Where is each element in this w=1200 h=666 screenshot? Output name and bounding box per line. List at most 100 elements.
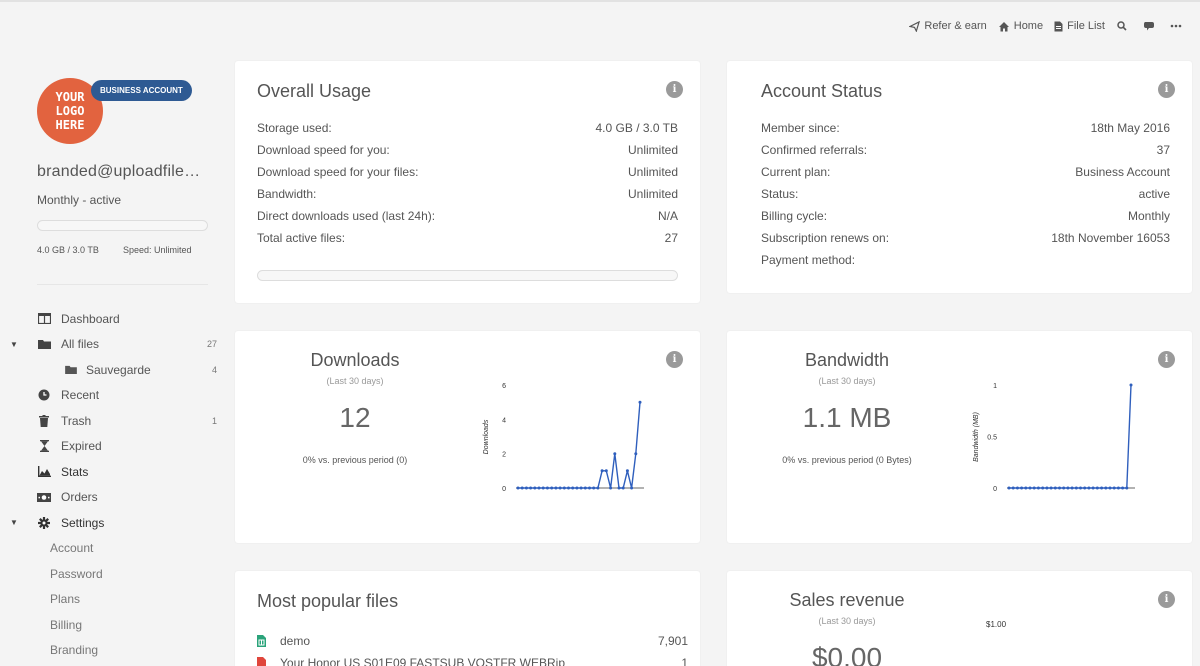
usage-row: Download speed for your files: Unlimited (257, 165, 678, 179)
card-title: Bandwidth (804, 350, 890, 370)
data-point (638, 400, 642, 404)
info-icon[interactable]: i (1158, 351, 1175, 368)
data-point (1095, 486, 1099, 490)
sidebar-item-stats[interactable]: Stats (0, 459, 225, 485)
download-count: 7,901 (657, 634, 688, 648)
search-button[interactable] (1116, 20, 1132, 32)
more-button[interactable] (1170, 24, 1186, 28)
list-item[interactable]: Your Honor US S01E09 FASTSUB VOSTFR WEBR… (257, 652, 688, 666)
card-title: Account Status (761, 81, 883, 101)
data-point (1112, 486, 1116, 490)
list-item[interactable]: demo 7,901 (257, 630, 688, 652)
file-name[interactable]: Your Honor US S01E09 FASTSUB VOSTFR WEBR… (280, 656, 681, 666)
sidebar-item-sauvegarde[interactable]: Sauvegarde 4 (0, 357, 225, 383)
file-count: 4 (211, 364, 217, 375)
period-label: (Last 30 days) (818, 616, 876, 626)
home-link[interactable]: Home (998, 20, 1043, 32)
storage-progress-bar (37, 220, 208, 231)
data-point (1121, 486, 1125, 490)
sidebar-item-branding[interactable]: Branding (0, 638, 225, 664)
top-bar: Refer & earn Home File List (0, 0, 1200, 58)
dashboard-icon (37, 312, 51, 326)
y-tick-label: 0 (502, 486, 506, 493)
data-point (533, 486, 537, 490)
bandwidth-total: 1.1 MB (802, 402, 892, 433)
data-point (537, 486, 541, 490)
file-list-link[interactable]: File List (1054, 20, 1105, 32)
data-point (1079, 486, 1082, 490)
home-icon (998, 21, 1009, 31)
info-icon[interactable]: i (1158, 81, 1175, 98)
downloads-total: 12 (339, 402, 371, 433)
data-point (1091, 486, 1095, 490)
status-row: Payment method: (761, 253, 856, 267)
data-point (1036, 486, 1040, 490)
y-axis-label: Downloads (483, 419, 490, 454)
data-point (588, 486, 591, 490)
data-point (1125, 486, 1129, 490)
sidebar-item-account[interactable]: Account (0, 536, 225, 562)
data-point (1045, 486, 1049, 490)
account-status-card: Account Status i Member since: 18th May 2… (727, 61, 1192, 293)
data-point (520, 486, 524, 490)
data-point (634, 452, 638, 456)
notifications-button[interactable] (1143, 20, 1159, 32)
sidebar-item-orders[interactable]: Orders (0, 485, 225, 511)
sidebar-item-label: Orders (61, 490, 98, 505)
data-point (1053, 486, 1057, 490)
sidebar-item-plans[interactable]: Plans (0, 587, 225, 613)
data-point (1104, 486, 1108, 490)
data-point (1116, 486, 1120, 490)
sidebar-item-all-files[interactable]: ▼ All files 27 (0, 332, 225, 358)
usage-row: Download speed for you: Unlimited (257, 143, 678, 157)
usage-details: Storage used: 4.0 GB / 3.0 TB Download sp… (257, 117, 678, 249)
caret-down-icon[interactable]: ▼ (10, 340, 18, 349)
data-point (609, 486, 613, 490)
sidebar-item-label: Dashboard (61, 311, 120, 326)
sidebar-item-label: Password (50, 566, 103, 581)
account-email: branded@uploadfiles.io (37, 163, 207, 180)
sidebar-item-dashboard[interactable]: Dashboard (0, 306, 225, 332)
data-point (1087, 486, 1091, 490)
downloads-chart: 0 2 4 6 Downloads (483, 383, 644, 493)
storage-usage-text: 4.0 GB / 3.0 TB (37, 245, 99, 255)
sidebar-item-label: Expired (61, 439, 102, 454)
sales-total: $0.00 (811, 642, 883, 666)
file-name[interactable]: demo (280, 634, 658, 648)
data-point (1129, 383, 1133, 387)
period-label: (Last 30 days) (818, 376, 876, 386)
info-icon[interactable]: i (1158, 591, 1175, 608)
sidebar-item-billing[interactable]: Billing (0, 612, 225, 638)
popular-files-card: Most popular files demo 7,901 Your Honor… (235, 571, 700, 666)
data-point (1066, 486, 1070, 490)
caret-down-icon[interactable]: ▼ (10, 518, 18, 527)
usage-row: Direct downloads used (last 24h): N/A (257, 209, 678, 223)
sidebar-item-settings[interactable]: ▼ Settings (0, 510, 225, 536)
info-icon[interactable]: i (666, 81, 683, 98)
data-point (583, 486, 587, 490)
bandwidth-chart: 0 0.5 1 Bandwidth (MB) (973, 383, 1135, 493)
data-point (592, 486, 596, 490)
sidebar-item-trash[interactable]: Trash 1 (0, 408, 225, 434)
home-label: Home (1013, 20, 1044, 32)
refer-earn-link[interactable]: Refer & earn (909, 20, 987, 32)
account-details: Member since: 18th May 2016 Confirmed ref… (761, 117, 1170, 271)
account-type-badge: BUSINESS ACCOUNT (91, 80, 192, 101)
data-point (562, 486, 566, 490)
info-icon[interactable]: i (666, 351, 683, 368)
clock-icon (37, 388, 51, 402)
downloads-card: Downloads (Last 30 days) 12 0% vs. previ… (235, 331, 700, 543)
data-point (1007, 486, 1011, 490)
data-point (571, 486, 575, 490)
status-row: Confirmed referrals: 37 (761, 143, 1170, 157)
bandwidth-card: Bandwidth (Last 30 days) 1.1 MB 0% vs. p… (727, 331, 1192, 543)
search-icon (1117, 21, 1127, 31)
data-point (558, 486, 562, 490)
status-row: Subscription renews on: 18th November 160… (761, 231, 1170, 245)
sidebar-item-expired[interactable]: Expired (0, 434, 225, 460)
sidebar-item-password[interactable]: Password (0, 561, 225, 587)
y-tick-label: 6 (502, 383, 506, 390)
period-comparison: 0% vs. previous period (0 Bytes) (782, 455, 912, 465)
sidebar-item-recent[interactable]: Recent (0, 383, 225, 409)
sidebar-item-label: Branding (50, 643, 99, 658)
